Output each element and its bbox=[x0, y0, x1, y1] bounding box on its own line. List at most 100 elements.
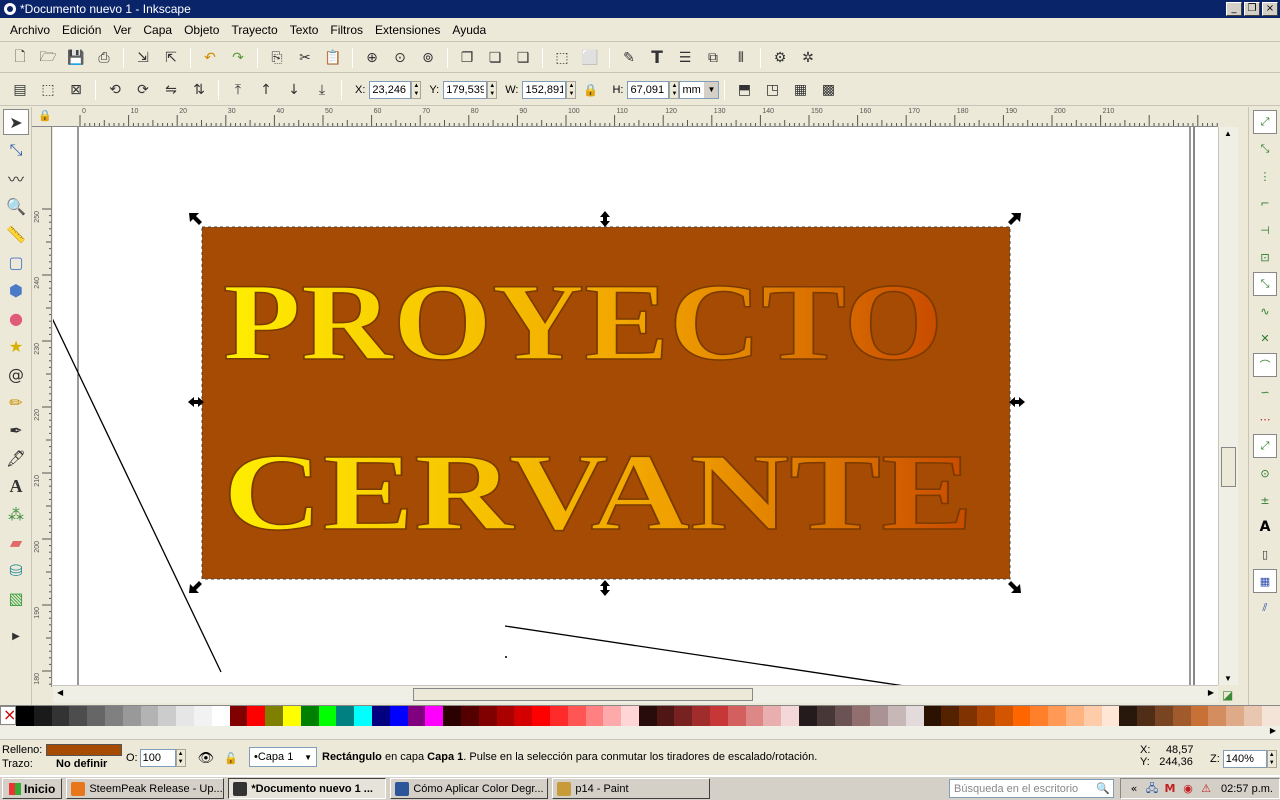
palette-swatch[interactable] bbox=[923, 706, 942, 726]
palette-swatch[interactable] bbox=[621, 706, 639, 726]
palette-swatch[interactable] bbox=[1137, 706, 1155, 726]
zoom-icon[interactable]: 🔍 bbox=[3, 193, 29, 219]
palette-swatch[interactable] bbox=[460, 706, 479, 726]
rectangle-icon[interactable]: ▢ bbox=[3, 249, 29, 275]
vertical-scrollbar[interactable]: ▲ ▼ bbox=[1218, 127, 1238, 685]
palette-swatch[interactable] bbox=[1190, 706, 1209, 726]
snap-intersection-icon[interactable]: ✕ bbox=[1253, 326, 1277, 350]
menu-trayecto[interactable]: Trayecto bbox=[225, 23, 283, 37]
deselect-icon[interactable]: ⊠ bbox=[65, 79, 87, 101]
palette-swatch[interactable] bbox=[781, 706, 800, 726]
task-inkscape[interactable]: *Documento nuevo 1 ... bbox=[228, 778, 387, 799]
h-input[interactable] bbox=[627, 80, 670, 99]
palette-swatch[interactable] bbox=[638, 706, 657, 726]
duplicate-icon[interactable]: ❐ bbox=[456, 47, 478, 69]
palette-swatch[interactable] bbox=[51, 706, 70, 726]
palette-swatch[interactable] bbox=[1261, 706, 1280, 726]
raise-icon[interactable]: ↑ bbox=[255, 79, 277, 101]
new-icon[interactable]: 🗋 bbox=[9, 47, 31, 69]
unlink-clone-icon[interactable]: ❑ bbox=[512, 47, 534, 69]
star-icon[interactable]: ★ bbox=[3, 333, 29, 359]
handle-top-right[interactable] bbox=[1008, 213, 1021, 225]
palette-swatch[interactable] bbox=[1101, 706, 1120, 726]
handle-top-left[interactable] bbox=[189, 213, 202, 225]
select-all-icon[interactable]: ▤ bbox=[9, 79, 31, 101]
palette-swatch[interactable] bbox=[229, 706, 248, 726]
snap-object-center-icon[interactable]: ⤢ bbox=[1253, 434, 1277, 458]
preferences-icon[interactable]: ⚙ bbox=[769, 47, 791, 69]
palette-swatch[interactable] bbox=[1208, 706, 1227, 726]
palette-swatch[interactable] bbox=[977, 706, 995, 726]
zoom-drawing-icon[interactable]: ⊙ bbox=[389, 47, 411, 69]
snap-rotation-center-icon[interactable]: ⊙ bbox=[1253, 461, 1277, 485]
palette-swatch[interactable] bbox=[959, 706, 978, 726]
spiral-icon[interactable]: @ bbox=[3, 361, 29, 387]
palette-swatch[interactable] bbox=[994, 706, 1013, 726]
print-icon[interactable]: ⎙ bbox=[93, 47, 115, 69]
text-font-icon[interactable]: T bbox=[646, 47, 668, 69]
snap-text-icon[interactable]: A bbox=[1253, 515, 1277, 539]
palette-swatch[interactable] bbox=[888, 706, 906, 726]
palette-swatch[interactable] bbox=[692, 706, 711, 726]
palette-swatch[interactable] bbox=[1030, 706, 1049, 726]
snap-baseline-icon[interactable]: ± bbox=[1253, 488, 1277, 512]
spray-icon[interactable]: ⁂ bbox=[3, 501, 29, 527]
opacity-input[interactable] bbox=[139, 749, 176, 767]
palette-swatch[interactable] bbox=[140, 706, 159, 726]
menu-edicion[interactable]: Edición bbox=[56, 23, 107, 37]
palette-swatch[interactable] bbox=[336, 706, 355, 726]
w-input[interactable] bbox=[522, 80, 567, 99]
y-arrows[interactable]: ▲ ▼ bbox=[487, 80, 498, 99]
handle-top[interactable] bbox=[600, 211, 610, 227]
export-icon[interactable]: ⇱ bbox=[160, 47, 182, 69]
snap-bbox-center-icon[interactable]: ⊡ bbox=[1253, 245, 1277, 269]
unit-select[interactable]: mm ▼ bbox=[679, 80, 720, 99]
desktop-search-input[interactable]: Búsqueda en el escritorio 🔍 bbox=[949, 779, 1115, 798]
palette-swatch[interactable] bbox=[104, 706, 123, 726]
palette-swatch[interactable] bbox=[1048, 706, 1067, 726]
snap-midpoint-icon[interactable]: ⋯ bbox=[1253, 407, 1277, 431]
palette-swatch[interactable] bbox=[33, 706, 52, 726]
snap-page-border-icon[interactable]: ▯ bbox=[1253, 542, 1277, 566]
palette-swatch[interactable] bbox=[318, 706, 337, 726]
mail-icon[interactable]: M bbox=[1163, 782, 1177, 796]
scroll-right-icon[interactable]: ▶ bbox=[1208, 688, 1214, 697]
close-button[interactable]: × bbox=[1262, 2, 1278, 16]
network-icon[interactable]: 🖧 bbox=[1145, 782, 1159, 796]
scroll-up-icon[interactable]: ▲ bbox=[1224, 129, 1232, 138]
clone-icon[interactable]: ❏ bbox=[484, 47, 506, 69]
opacity-arrows[interactable]: ▲ ▼ bbox=[175, 749, 186, 767]
handle-right[interactable] bbox=[1009, 397, 1025, 407]
snap-path-icon[interactable]: ∿ bbox=[1253, 299, 1277, 323]
open-icon[interactable]: 🗁 bbox=[37, 47, 59, 69]
palette-swatch[interactable] bbox=[567, 706, 586, 726]
handle-bottom[interactable] bbox=[600, 580, 610, 596]
group-icon[interactable]: ⬚ bbox=[551, 47, 573, 69]
palette-swatch[interactable] bbox=[176, 706, 194, 726]
palette-swatch[interactable] bbox=[941, 706, 960, 726]
scale-stroke-icon[interactable]: ⬒ bbox=[733, 79, 755, 101]
palette-swatch[interactable] bbox=[282, 706, 301, 726]
maximize-button[interactable]: ❐ bbox=[1244, 2, 1260, 16]
palette-swatch[interactable] bbox=[122, 706, 141, 726]
warning-icon[interactable]: ⚠ bbox=[1199, 782, 1213, 796]
search-icon[interactable]: 🔍 bbox=[1096, 782, 1113, 795]
transform-patterns-icon[interactable]: ▩ bbox=[817, 79, 839, 101]
menu-objeto[interactable]: Objeto bbox=[178, 23, 225, 37]
align-icon[interactable]: ⫴ bbox=[730, 47, 752, 69]
palette-swatch[interactable] bbox=[514, 706, 533, 726]
palette-swatch[interactable] bbox=[710, 706, 728, 726]
palette-swatch[interactable] bbox=[603, 706, 622, 726]
palette-swatch[interactable] bbox=[87, 706, 105, 726]
snap-bbox-midpoint-icon[interactable]: ⊣ bbox=[1253, 218, 1277, 242]
palette-swatch[interactable] bbox=[478, 706, 497, 726]
palette-swatch[interactable] bbox=[549, 706, 568, 726]
y-input[interactable] bbox=[443, 80, 488, 99]
undo-icon[interactable]: ↶ bbox=[199, 47, 221, 69]
rotate-cw-icon[interactable]: ⟳ bbox=[132, 79, 154, 101]
artwork-line-1[interactable]: PROYECTO bbox=[222, 260, 944, 384]
zoom-selection-icon[interactable]: ⊕ bbox=[361, 47, 383, 69]
lower-to-bottom-icon[interactable]: ⤓ bbox=[311, 79, 333, 101]
raise-to-top-icon[interactable]: ⤒ bbox=[227, 79, 249, 101]
menu-capa[interactable]: Capa bbox=[137, 23, 178, 37]
